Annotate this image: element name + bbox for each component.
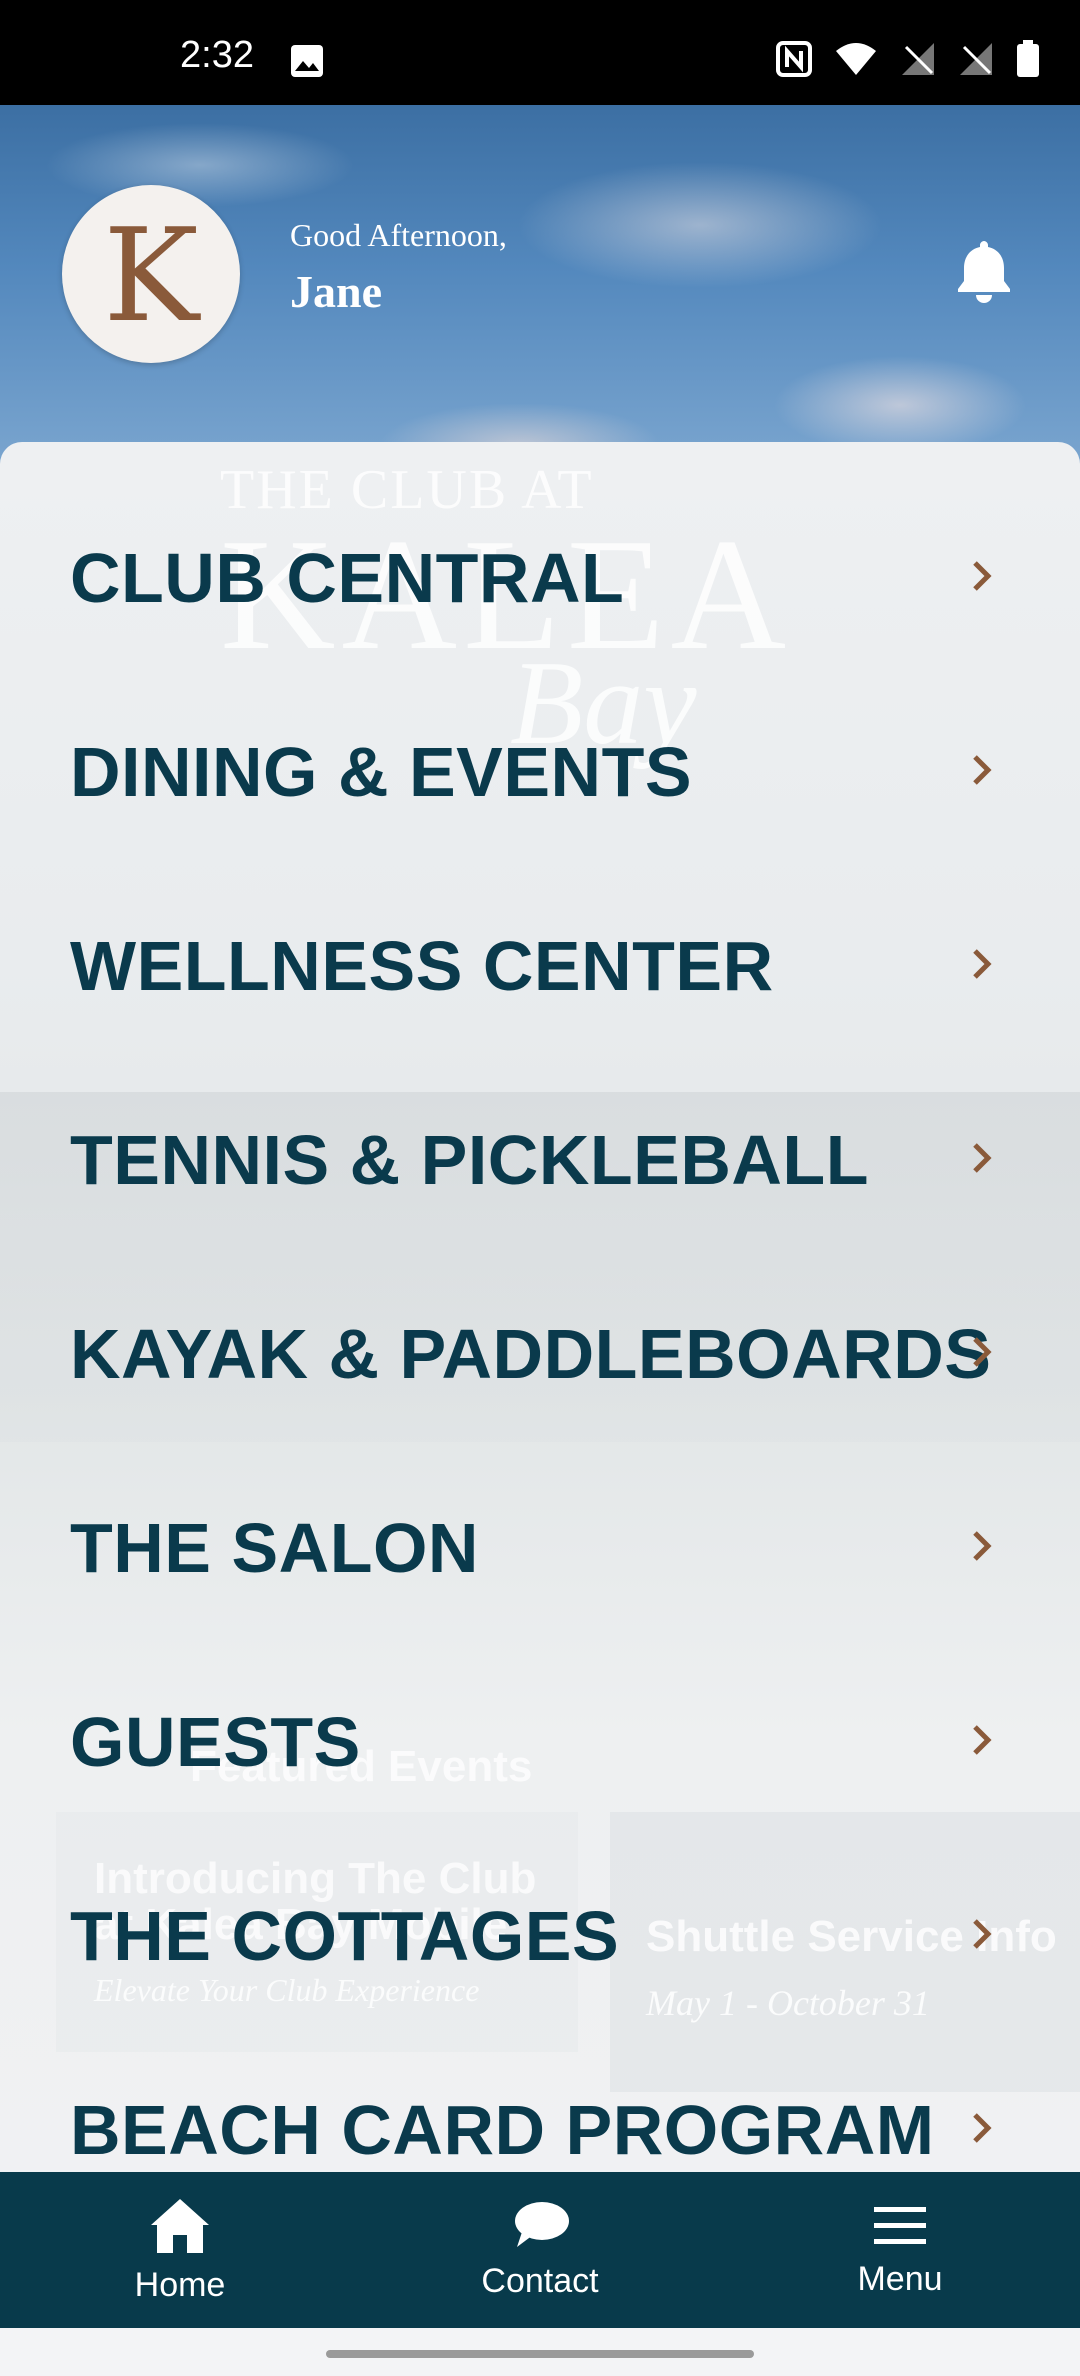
menu-item-beach-card-program[interactable]: BEACH CARD PROGRAM (0, 2033, 1080, 2172)
chevron-right-icon (970, 2110, 994, 2151)
menu-item-kayak-paddleboards[interactable]: KAYAK & PADDLEBOARDS (0, 1257, 1080, 1451)
chevron-right-icon (970, 1528, 994, 1569)
avatar-letter: K (103, 202, 199, 351)
menu-item-label: CLUB CENTRAL (70, 539, 625, 617)
chevron-right-icon (970, 752, 994, 793)
battery-icon (1016, 40, 1040, 83)
menu-item-club-central[interactable]: CLUB CENTRAL (0, 481, 1080, 675)
menu-item-label: WELLNESS CENTER (70, 927, 774, 1005)
nav-menu-label: Menu (857, 2260, 943, 2298)
signal-icon-2 (958, 41, 994, 82)
nav-menu[interactable]: Menu (720, 2172, 1080, 2328)
user-name: Jane (290, 266, 382, 317)
menu-item-label: GUESTS (70, 1703, 361, 1781)
menu-item-label: THE COTTAGES (70, 1897, 620, 1975)
menu-item-label: KAYAK & PADDLEBOARDS (70, 1315, 992, 1393)
menu-item-the-cottages[interactable]: THE COTTAGES (0, 1839, 1080, 2033)
menu-item-the-salon[interactable]: THE SALON (0, 1451, 1080, 1645)
greeting-text: Good Afternoon, (290, 217, 507, 253)
chevron-right-icon (970, 1722, 994, 1763)
chat-bubble-icon (509, 2199, 571, 2256)
nav-contact[interactable]: Contact (360, 2172, 720, 2328)
status-time: 2:32 (180, 34, 254, 76)
chevron-right-icon (970, 1334, 994, 1375)
chevron-right-icon (970, 1916, 994, 1957)
hamburger-menu-icon (872, 2201, 928, 2254)
menu-item-wellness-center[interactable]: WELLNESS CENTER (0, 869, 1080, 1063)
menu-item-dining-events[interactable]: DINING & EVENTS (0, 675, 1080, 869)
chevron-right-icon (970, 558, 994, 599)
menu-panel: THE CLUB AT KALEA Bay Featured Events In… (0, 442, 1080, 2172)
nav-home[interactable]: Home (0, 2172, 360, 2328)
avatar[interactable]: K (62, 185, 240, 363)
menu-item-guests[interactable]: GUESTS (0, 1645, 1080, 1839)
gesture-bar[interactable] (326, 2350, 754, 2358)
wifi-icon (834, 41, 878, 82)
chevron-right-icon (970, 946, 994, 987)
home-icon (147, 2195, 213, 2260)
menu-item-label: BEACH CARD PROGRAM (70, 2091, 935, 2169)
bell-icon[interactable] (955, 237, 1013, 310)
nfc-icon (776, 41, 812, 82)
nav-home-label: Home (134, 2266, 226, 2304)
menu-item-label: TENNIS & PICKLEBALL (70, 1121, 869, 1199)
menu-item-tennis-pickleball[interactable]: TENNIS & PICKLEBALL (0, 1063, 1080, 1257)
header: K Good Afternoon, Jane (0, 105, 1080, 465)
photo-icon (290, 44, 324, 83)
status-bar: 2:32 (0, 0, 1080, 105)
bottom-nav: Home Contact Menu (0, 2172, 1080, 2328)
gesture-area (0, 2328, 1080, 2376)
menu-item-label: DINING & EVENTS (70, 733, 693, 811)
signal-icon (900, 41, 936, 82)
chevron-right-icon (970, 1140, 994, 1181)
menu-item-label: THE SALON (70, 1509, 479, 1587)
nav-contact-label: Contact (481, 2262, 599, 2300)
